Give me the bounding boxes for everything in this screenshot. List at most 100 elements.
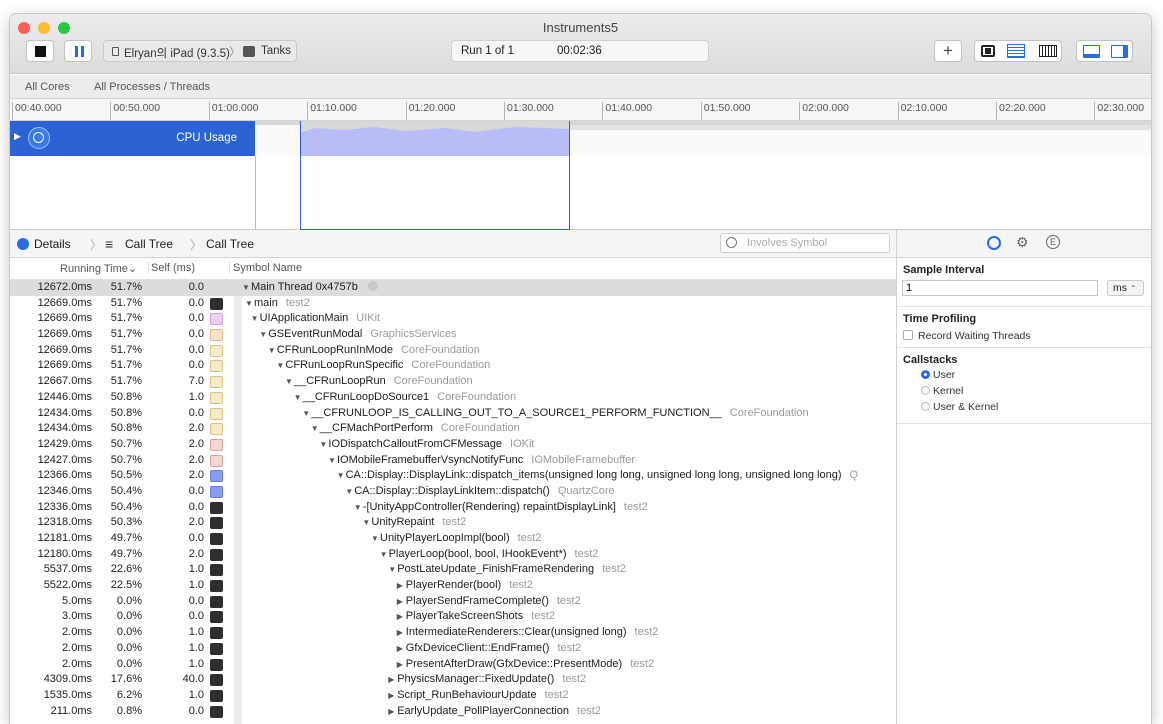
table-row[interactable]: 2.0ms 0.0% 1.0 ▶ GfxDeviceClient::EndFrame()… [10,641,896,657]
sample-interval-input[interactable] [902,280,1098,296]
device-target-selector[interactable]: Elryan의 iPad (9.3.5) 〉 Tanks [103,40,297,62]
breadcrumb-call-tree-2[interactable]: Call Tree [206,237,254,251]
disclosure-triangle[interactable]: ▶ [397,657,406,673]
table-row[interactable]: 12434.0ms 50.8% 2.0 ▼__CFMachPortPerform Cor… [10,421,896,437]
table-row[interactable]: 2.0ms 0.0% 1.0 ▶ PresentAfterDraw(GfxDevice:… [10,657,896,673]
table-row[interactable]: 12669.0ms 51.7% 0.0 ▼UIApplicationMain UIKit [10,311,896,327]
self-ms-cell: 1.0 [188,626,204,639]
table-row[interactable]: 1535.0ms 6.2% 1.0 ▶ Script_RunBehaviourUpdat… [10,688,896,704]
disclosure-triangle[interactable]: ▶ [397,625,406,641]
table-row[interactable]: 12346.0ms 50.4% 0.0 ▼CA::Display::DisplayLi… [10,484,896,500]
view-mode-segmented[interactable] [974,40,1062,62]
table-row[interactable]: 12667.0ms 51.7% 7.0 ▼__CFRunLoopRun CoreFoun… [10,374,896,390]
cpu-icon[interactable] [981,45,995,57]
table-row[interactable]: 12446.0ms 50.8% 1.0 ▼__CFRunLoopDoSource1 Co… [10,390,896,406]
extended-detail-icon[interactable]: E [1046,235,1060,249]
run-label[interactable]: Run 1 of 1 [461,45,514,57]
table-row[interactable]: 12429.0ms 50.7% 2.0 ▼IODispatchCalloutFromC… [10,437,896,453]
disclosure-triangle[interactable]: ▶ [388,688,397,704]
disclosure-triangle[interactable]: ▼ [285,374,294,390]
table-row[interactable]: 12434.0ms 50.8% 0.0 ▼__CFRUNLOOP_IS_CALLING… [10,406,896,422]
table-row[interactable]: 12669.0ms 51.7% 0.0 ▼GSEventRunModal Graphic… [10,327,896,343]
running-ms: 2.0ms [62,657,92,670]
disclosure-triangle[interactable]: ▼ [337,468,346,484]
track-header[interactable]: ▶ CPU Usage [10,121,255,156]
all-cores-filter[interactable]: All Cores [25,81,70,93]
radio-button[interactable] [921,402,930,411]
table-row[interactable]: 5537.0ms 22.6% 1.0 ▼PostLateUpdate_FinishFr… [10,562,896,578]
table-row[interactable]: 2.0ms 0.0% 1.0 ▶ IntermediateRenderers::Clea… [10,625,896,641]
track-disclosure-triangle[interactable]: ▶ [14,131,21,142]
radio-label: User & Kernel [933,401,999,413]
involves-symbol-search[interactable]: Involves Symbol [720,233,890,253]
table-row[interactable]: 12366.0ms 50.5% 2.0 ▼CA::Display::DisplayLi… [10,468,896,484]
table-row[interactable]: 5.0ms 0.0% 0.0 ▶ PlayerSendFrameComplete() te… [10,594,896,610]
disclosure-triangle[interactable]: ▼ [245,296,254,312]
self-ms-header[interactable]: Self (ms) [148,262,195,274]
right-panel-icon[interactable] [1111,45,1128,58]
disclosure-triangle[interactable]: ▼ [380,547,389,563]
running-time-header[interactable]: Running Time⌄ [60,262,137,275]
disclosure-triangle[interactable]: ▼ [345,484,354,500]
list-icon[interactable] [1007,44,1025,58]
disclosure-triangle[interactable]: ▶ [388,672,397,688]
callstacks-option-user-kernel[interactable]: User & Kernel [921,401,1151,417]
table-row[interactable]: 12669.0ms 51.7% 0.0 ▼main test2 [10,296,896,312]
symbol-name-header[interactable]: Symbol Name [229,262,302,274]
radio-button[interactable] [921,386,930,395]
table-row[interactable]: 12181.0ms 49.7% 0.0 ▼UnityPlayerLoopImpl(bo… [10,531,896,547]
disclosure-triangle[interactable]: ▶ [397,609,406,625]
selection-range[interactable] [300,121,570,230]
table-row[interactable]: 12336.0ms 50.4% 0.0 ▼-[UnityAppController(R… [10,500,896,516]
unit-select[interactable]: ms ⌃ [1107,280,1144,296]
all-processes-filter[interactable]: All Processes / Threads [94,81,210,93]
stop-recording-button[interactable] [26,40,54,62]
breadcrumb-call-tree-1[interactable]: Call Tree [125,237,173,251]
disclosure-triangle[interactable]: ▼ [242,280,251,296]
table-row[interactable]: 12669.0ms 51.7% 0.0 ▼CFRunLoopRunInMode Core… [10,343,896,359]
disclosure-triangle[interactable]: ▼ [311,421,320,437]
inspection-range-start-line[interactable] [255,156,256,230]
disclosure-triangle[interactable]: ▼ [388,562,397,578]
callstacks-option-kernel[interactable]: Kernel [921,385,1151,401]
disclosure-triangle[interactable]: ▼ [328,453,337,469]
bottom-panel-icon[interactable] [1083,45,1100,58]
table-row[interactable]: 12672.0ms 51.7% 0.0 ▼Main Thread 0x4757b [10,280,896,296]
record-settings-icon[interactable] [987,236,1001,250]
focus-arrow-icon[interactable] [367,281,378,291]
table-row[interactable]: 5522.0ms 22.5% 1.0 ▶ PlayerRender(bool) test2 [10,578,896,594]
timeline-ruler[interactable]: 00:40.000 00:50.000 01:00.000 01:10.000 01:2… [10,99,1151,121]
disclosure-triangle[interactable]: ▼ [302,406,311,422]
disclosure-triangle[interactable]: ▶ [397,594,406,610]
disclosure-triangle[interactable]: ▼ [259,327,268,343]
add-instrument-button[interactable]: + [934,40,962,62]
callstacks-option-user[interactable]: User [921,369,1151,385]
cpu-usage-track[interactable]: ▶ CPU Usage [10,121,1151,156]
table-row[interactable]: 12427.0ms 50.7% 2.0 ▼IOMobileFramebufferVsy… [10,453,896,469]
table-row[interactable]: 12669.0ms 51.7% 0.0 ▼CFRunLoopRunSpecific Co… [10,358,896,374]
table-row[interactable]: 12318.0ms 50.3% 2.0 ▼UnityRepaint test2 [10,515,896,531]
disclosure-triangle[interactable]: ▶ [388,704,397,720]
table-row[interactable]: 3.0ms 0.0% 0.0 ▶ PlayerTakeScreenShots test2 [10,609,896,625]
record-waiting-checkbox[interactable] [903,330,913,340]
pause-recording-button[interactable] [64,40,92,62]
disclosure-triangle[interactable]: ▶ [397,578,406,594]
radio-button[interactable] [921,370,930,379]
disclosure-triangle[interactable]: ▼ [294,390,303,406]
details-tab[interactable]: Details [34,237,71,251]
disclosure-triangle[interactable]: ▼ [268,343,277,359]
table-row[interactable]: 4309.0ms 17.6% 40.0 ▶ PhysicsManager::FixedU… [10,672,896,688]
table-row[interactable]: 211.0ms 0.8% 0.0 ▶ EarlyUpdate_PollPlayerCon… [10,704,896,720]
timeline-empty-area[interactable] [10,121,1151,230]
keyboard-icon[interactable] [1039,45,1057,57]
disclosure-triangle[interactable]: ▼ [371,531,380,547]
record-waiting-threads-option[interactable]: Record Waiting Threads [897,325,1151,347]
gear-icon[interactable]: ⚙ [1016,234,1029,251]
table-row[interactable]: 12180.0ms 49.7% 2.0 ▼PlayerLoop(bool, bool,… [10,547,896,563]
divider-3 [897,423,1151,424]
disclosure-triangle[interactable]: ▶ [397,641,406,657]
running-ms: 5537.0ms [43,563,92,576]
disclosure-triangle[interactable]: ▼ [354,500,363,516]
disclosure-triangle[interactable]: ▼ [251,311,260,327]
panel-toggle-segmented[interactable] [1076,40,1133,62]
